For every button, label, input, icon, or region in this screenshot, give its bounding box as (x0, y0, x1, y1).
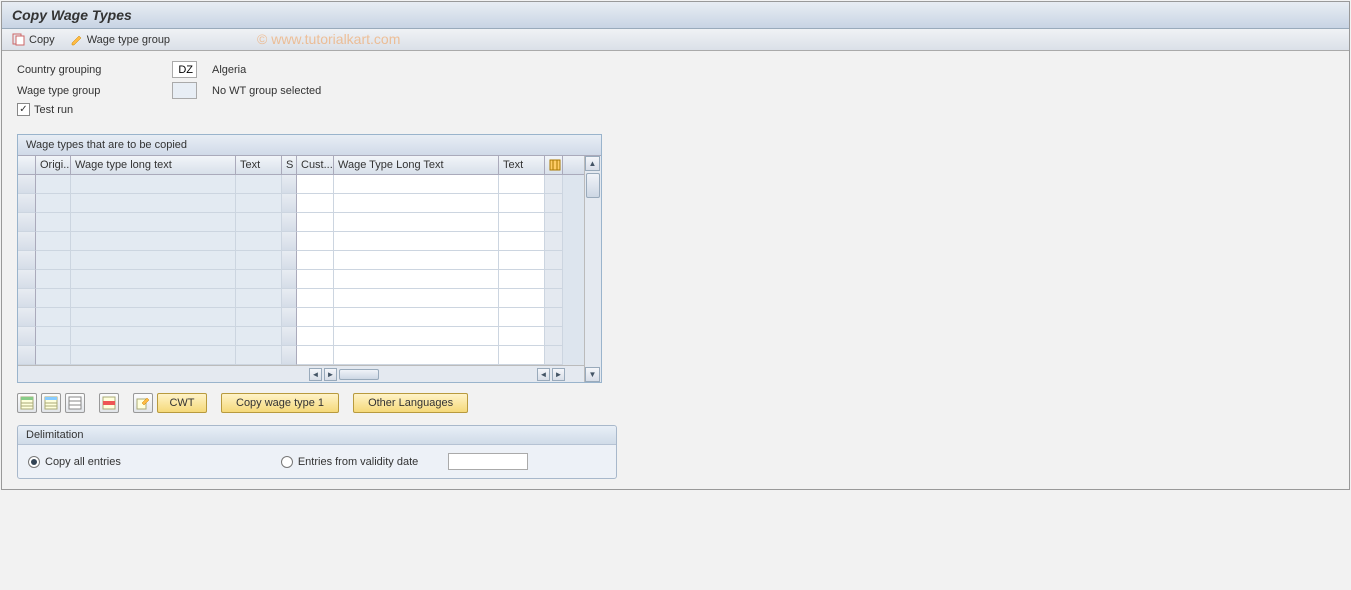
select-all-button[interactable] (17, 393, 37, 413)
table-body (18, 175, 584, 365)
hscroll-left-group: ◄ ► (308, 366, 426, 382)
deselect-all-icon (44, 396, 58, 410)
th-cust[interactable]: Cust... (297, 156, 334, 174)
copy-label: Copy (29, 34, 55, 46)
country-grouping-label: Country grouping (17, 64, 172, 76)
table-row[interactable] (18, 232, 584, 251)
entries-from-label: Entries from validity date (298, 456, 418, 468)
th-config[interactable] (545, 156, 563, 174)
table-title: Wage types that are to be copied (18, 135, 601, 156)
vscroll-up-arrow[interactable]: ▲ (585, 156, 600, 171)
hscroll-row: ◄ ► ◄ ► (18, 365, 584, 382)
action-button-row: CWT Copy wage type 1 Other Languages (17, 393, 1334, 413)
watermark: © www.tutorialkart.com (257, 31, 400, 47)
wage-types-table-group: Wage types that are to be copied Origi..… (17, 134, 602, 383)
vscroll: ▲ ▼ (584, 156, 601, 382)
country-grouping-row: Country grouping Algeria (17, 61, 1334, 78)
delimitation-title: Delimitation (18, 426, 616, 445)
hscroll-right-arrow-2[interactable]: ► (552, 368, 565, 381)
table-row[interactable] (18, 213, 584, 232)
delimitation-group: Delimitation Copy all entries Entries fr… (17, 425, 617, 479)
wage-type-group-input[interactable] (172, 82, 197, 99)
test-run-label: Test run (34, 104, 73, 116)
copy-all-label: Copy all entries (45, 456, 121, 468)
delete-row-button[interactable] (99, 393, 119, 413)
th-long2[interactable]: Wage Type Long Text (334, 156, 499, 174)
table-wrap: Origi... Wage type long text Text S Cust… (18, 156, 601, 382)
copy-all-radio[interactable] (28, 456, 40, 468)
select-all-icon (20, 396, 34, 410)
wage-type-group-row: Wage type group No WT group selected (17, 82, 1334, 99)
th-origi[interactable]: Origi... (36, 156, 71, 174)
copy-button[interactable]: Copy (12, 33, 55, 46)
hscroll-left-arrow-2[interactable]: ◄ (537, 368, 550, 381)
entries-from-radio[interactable] (281, 456, 293, 468)
th-selector (18, 156, 36, 174)
test-run-row: ✓ Test run (17, 103, 1334, 116)
hscroll-left-arrow[interactable]: ◄ (309, 368, 322, 381)
content-area: Country grouping Algeria Wage type group… (2, 51, 1349, 489)
country-grouping-input[interactable] (172, 61, 197, 78)
country-grouping-text: Algeria (212, 64, 246, 76)
wage-type-group-button[interactable]: Wage type group (70, 33, 170, 46)
pencil-icon (70, 33, 83, 46)
table-config-icon (549, 159, 561, 171)
other-languages-button[interactable]: Other Languages (353, 393, 468, 413)
table-main: Origi... Wage type long text Text S Cust… (18, 156, 584, 382)
delimitation-content: Copy all entries Entries from validity d… (18, 445, 616, 478)
wage-type-group-label: Wage type group (87, 34, 170, 46)
test-run-checkbox[interactable]: ✓ (17, 103, 30, 116)
hscroll-right-group: ◄ ► (536, 366, 566, 382)
entries-from-radio-item[interactable]: Entries from validity date (281, 456, 418, 468)
table-row[interactable] (18, 346, 584, 365)
table-row[interactable] (18, 308, 584, 327)
table-row[interactable] (18, 289, 584, 308)
th-s[interactable]: S (282, 156, 297, 174)
table-header-row: Origi... Wage type long text Text S Cust… (18, 156, 584, 175)
table-button-3[interactable] (65, 393, 85, 413)
wage-type-group-field-label: Wage type group (17, 85, 172, 97)
edit-icon (136, 396, 150, 410)
page-title: Copy Wage Types (2, 2, 1349, 29)
edit-button[interactable] (133, 393, 153, 413)
table-icon-3 (68, 396, 82, 410)
delete-row-icon (102, 396, 116, 410)
table-row[interactable] (18, 327, 584, 346)
validity-date-input[interactable] (448, 453, 528, 470)
wage-type-group-text: No WT group selected (212, 85, 321, 97)
app-window: Copy Wage Types Copy Wage type group © w… (1, 1, 1350, 490)
copy-all-radio-item[interactable]: Copy all entries (28, 456, 121, 468)
cwt-button[interactable]: CWT (157, 393, 207, 413)
hscroll-right-arrow[interactable]: ► (324, 368, 337, 381)
copy-wage-type-1-button[interactable]: Copy wage type 1 (221, 393, 339, 413)
vscroll-thumb[interactable] (586, 173, 600, 198)
th-text1[interactable]: Text (236, 156, 282, 174)
table-row[interactable] (18, 194, 584, 213)
th-text2[interactable]: Text (499, 156, 545, 174)
app-toolbar: Copy Wage type group © www.tutorialkart.… (2, 29, 1349, 51)
table-row[interactable] (18, 251, 584, 270)
table-row[interactable] (18, 270, 584, 289)
deselect-all-button[interactable] (41, 393, 61, 413)
table-row[interactable] (18, 175, 584, 194)
hscroll-thumb[interactable] (339, 369, 379, 380)
th-long1[interactable]: Wage type long text (71, 156, 236, 174)
copy-icon (12, 33, 25, 46)
vscroll-down-arrow[interactable]: ▼ (585, 367, 600, 382)
